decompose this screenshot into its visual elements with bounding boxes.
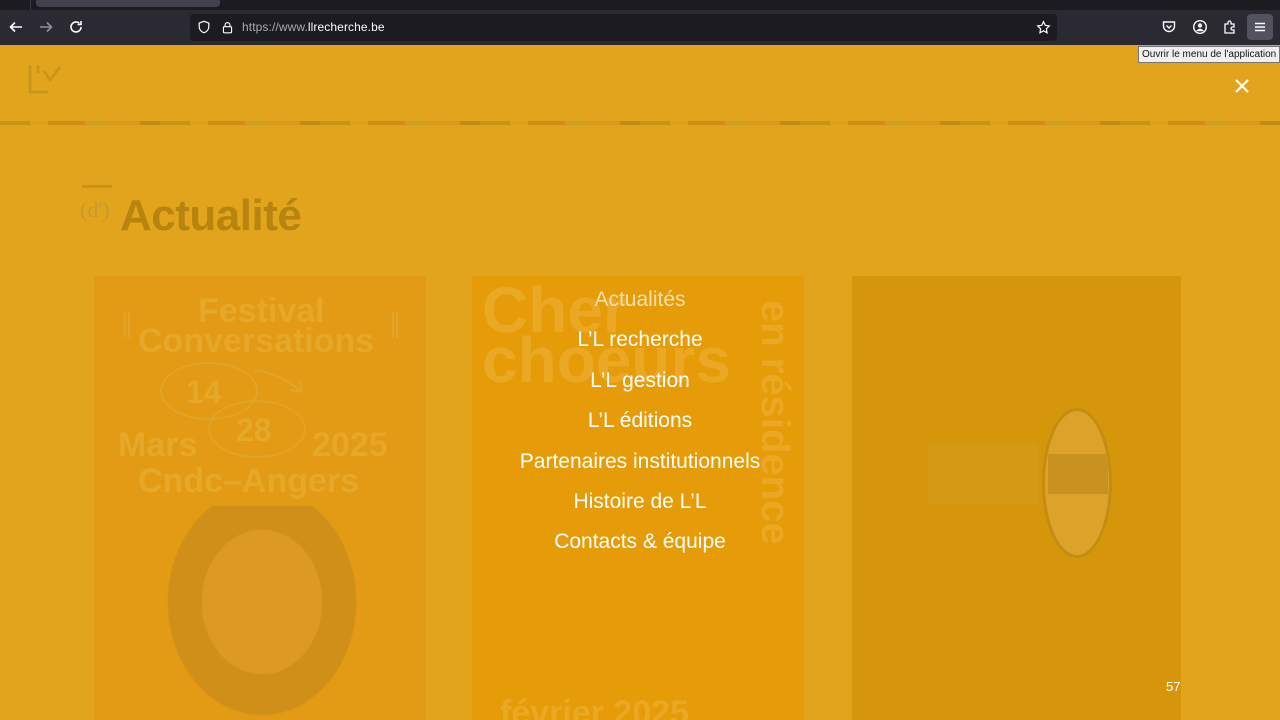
url-text[interactable]: https://www.llrecherche.be bbox=[242, 20, 385, 34]
nav-item-editions[interactable]: L’L éditions bbox=[0, 409, 1280, 433]
bookmark-star-icon[interactable] bbox=[1035, 19, 1051, 35]
lock-icon[interactable] bbox=[219, 19, 235, 35]
puzzle-icon bbox=[1224, 20, 1235, 34]
reload-icon bbox=[70, 21, 82, 33]
nav-item-partenaires[interactable]: Partenaires institutionnels bbox=[0, 450, 1280, 474]
hamburger-menu-icon bbox=[1255, 22, 1265, 32]
nav-item-recherche[interactable]: L’L recherche bbox=[0, 328, 1280, 352]
address-bar[interactable]: https://www.llrecherche.be bbox=[190, 14, 1057, 41]
app-menu-button[interactable] bbox=[1247, 14, 1273, 40]
arrow-left-icon bbox=[9, 21, 22, 33]
back-button[interactable] bbox=[3, 14, 29, 40]
card2-date: février 2025 bbox=[500, 694, 690, 720]
nav-item-contacts[interactable]: Contacts & équipe bbox=[0, 530, 1280, 554]
page-number: 57 bbox=[1166, 679, 1181, 694]
url-prefix: https://www. bbox=[242, 20, 308, 34]
decorative-dashed-line bbox=[0, 121, 1280, 125]
web-page: (d') Actualité Festival Conversations 14… bbox=[0, 45, 1280, 720]
heading-prefix: (d') bbox=[80, 197, 110, 222]
tab-separator bbox=[30, 0, 31, 10]
account-icon bbox=[1192, 19, 1208, 35]
pocket-icon bbox=[1162, 21, 1176, 33]
page-title: Actualité bbox=[120, 191, 302, 240]
browser-toolbar: https://www.llrecherche.be bbox=[0, 10, 1280, 45]
url-domain: llrecherche.be bbox=[307, 20, 385, 34]
heading-accent-bar bbox=[82, 185, 112, 188]
reload-button[interactable] bbox=[63, 14, 89, 40]
nav-item-histoire[interactable]: Histoire de L’L bbox=[0, 490, 1280, 514]
nav-item-gestion[interactable]: L’L gestion bbox=[0, 369, 1280, 393]
site-logo[interactable] bbox=[28, 63, 64, 95]
forward-button[interactable] bbox=[33, 14, 59, 40]
nav-item-actualites[interactable]: Actualités bbox=[0, 288, 1280, 312]
tab-strip bbox=[0, 0, 1280, 10]
arrow-right-icon bbox=[40, 21, 53, 33]
active-tab[interactable] bbox=[36, 0, 220, 7]
pocket-button[interactable] bbox=[1156, 14, 1182, 40]
app-menu-tooltip: Ouvrir le menu de l'application bbox=[1138, 46, 1280, 63]
shield-icon[interactable] bbox=[196, 19, 212, 35]
account-button[interactable] bbox=[1187, 14, 1213, 40]
extensions-button[interactable] bbox=[1217, 14, 1243, 40]
close-menu-icon[interactable] bbox=[1231, 75, 1253, 97]
